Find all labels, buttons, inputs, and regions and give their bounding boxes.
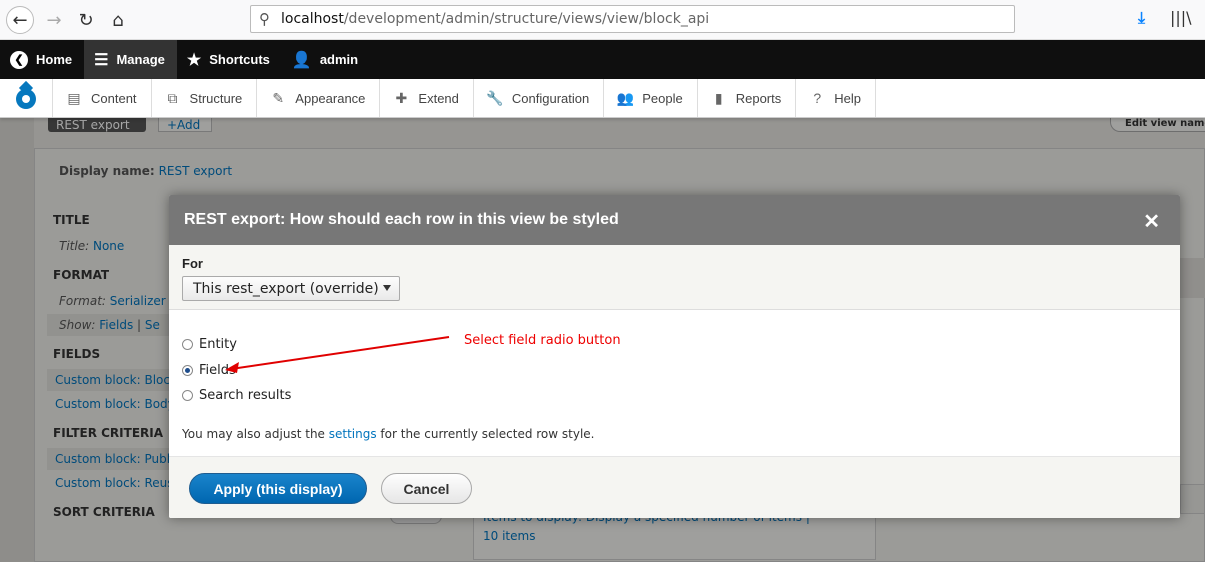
toolbar-manage-label: Manage — [116, 52, 165, 67]
wrench-icon: 🔧 — [486, 89, 504, 106]
hamburger-icon: ☰ — [94, 51, 109, 69]
forward-arrow-icon[interactable]: → — [40, 6, 68, 34]
for-label: For — [182, 256, 203, 271]
user-icon: 👤 — [291, 51, 312, 69]
star-icon: ★ — [186, 51, 202, 69]
dialog-title: REST export: How should each row in this… — [184, 211, 619, 228]
tray-label: Reports — [735, 90, 782, 106]
tray-item-people[interactable]: 👥 People — [603, 79, 696, 117]
brush-icon: ✎ — [272, 89, 285, 106]
tray-item-extend[interactable]: ✚ Extend — [379, 79, 472, 117]
content-icon: ▤ — [67, 89, 81, 106]
tray-label: Help — [834, 90, 861, 106]
drupal-logo-icon[interactable] — [0, 79, 52, 117]
toolbar-home[interactable]: ❮ Home — [0, 40, 84, 79]
toolbar-user[interactable]: 👤 admin — [282, 40, 370, 79]
chevron-down-icon — [383, 285, 391, 291]
tray-item-structure[interactable]: ⧉ Structure — [150, 79, 257, 117]
toolbar-user-label: admin — [319, 52, 359, 67]
apply-button[interactable]: Apply (this display) — [189, 473, 367, 504]
tray-label: Structure — [189, 90, 243, 106]
toolbar-shortcuts[interactable]: ★ Shortcuts — [177, 40, 282, 79]
reload-icon[interactable]: ↻ — [72, 6, 100, 34]
admin-toolbar: ❮ Home ☰ Manage ★ Shortcuts 👤 admin — [0, 40, 1205, 79]
download-icon[interactable]: ⤓ — [1138, 8, 1145, 28]
url-bar[interactable]: ⚲ localhost/development/admin/structure/… — [250, 5, 1015, 33]
people-icon: 👥 — [616, 89, 634, 106]
tray-label: People — [642, 90, 683, 106]
tray-item-help[interactable]: ? Help — [795, 79, 876, 117]
structure-icon: ⧉ — [167, 89, 178, 106]
tray-item-appearance[interactable]: ✎ Appearance — [256, 79, 379, 117]
close-icon[interactable]: ✕ — [1143, 209, 1160, 234]
home-icon[interactable]: ⌂ — [104, 6, 132, 34]
toolbar-manage[interactable]: ☰ Manage — [84, 40, 177, 79]
cancel-button[interactable]: Cancel — [381, 473, 472, 504]
tray-item-configuration[interactable]: 🔧 Configuration — [472, 79, 603, 117]
puzzle-icon: ✚ — [395, 89, 408, 106]
help-icon: ? — [813, 90, 822, 106]
tray-label: Appearance — [295, 90, 366, 106]
search-icon: ⚲ — [259, 10, 270, 28]
browser-toolbar: ← → ↻ ⌂ ⚲ localhost/development/admin/st… — [0, 0, 1205, 40]
drupal-home-icon: ❮ — [10, 50, 28, 69]
toolbar-shortcuts-label: Shortcuts — [209, 52, 270, 67]
tray-label: Extend — [418, 90, 459, 106]
bar-chart-icon: ▮ — [714, 89, 723, 106]
toolbar-home-label: Home — [36, 52, 73, 67]
library-icon[interactable]: |||\ — [1170, 8, 1192, 27]
for-section: For This rest_export (override) — [169, 245, 1180, 310]
dialog-footer: Apply (this display) Cancel — [169, 456, 1180, 518]
back-arrow-icon[interactable]: ← — [6, 6, 34, 34]
tray-item-content[interactable]: ▤ Content — [52, 79, 151, 117]
url-path: /development/admin/structure/views/view/… — [343, 11, 710, 27]
annotation-arrow-icon — [225, 336, 450, 373]
tray-label: Configuration — [511, 90, 590, 106]
for-select[interactable]: This rest_export (override) — [182, 276, 400, 301]
row-style-dialog: REST export: How should each row in this… — [169, 195, 1180, 518]
dialog-body: Entity Fields Search results You may als… — [169, 310, 1180, 456]
tray-label: Content — [91, 90, 137, 106]
dialog-titlebar: REST export: How should each row in this… — [169, 195, 1180, 245]
url-host: localhost — [281, 11, 344, 27]
for-select-value: This rest_export (override) — [193, 280, 379, 297]
tray-item-reports[interactable]: ▮ Reports — [696, 79, 796, 117]
admin-tray: ▤ Content ⧉ Structure ✎ Appearance ✚ Extend … — [0, 79, 1205, 118]
